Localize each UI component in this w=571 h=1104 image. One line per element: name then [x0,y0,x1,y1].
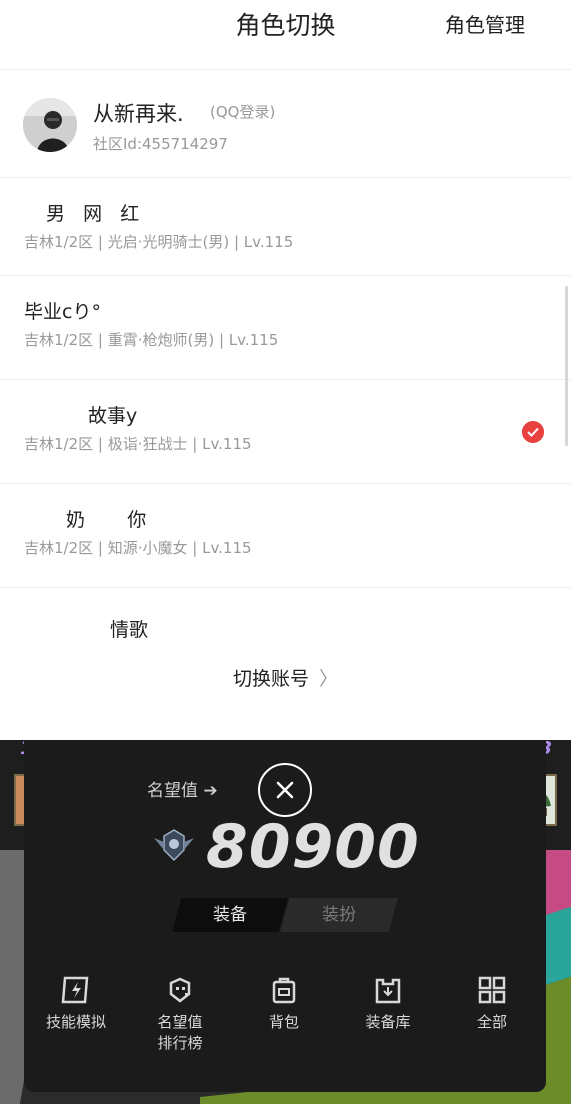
equipment-storage-button[interactable]: 装备库 [336,976,440,1033]
tool-bar: 技能模拟 名望值 排行榜 背包 装备库 全部 [24,976,546,1076]
switch-account-label: 切换账号 [232,668,309,690]
fame-rank-button[interactable]: 名望值 排行榜 [128,976,232,1054]
backpack-icon [272,977,296,1004]
fame-label[interactable]: 名望值 ➔ [147,776,218,801]
role-switch-sheet: 角色切换 角色管理 从新再来. (QQ登录) 社区Id:455714297 男 … [0,0,571,740]
fame-value: 80900 [206,812,420,882]
role-info: 吉林1/2区 | 极诣·狂战士 | Lv.115 [24,435,252,453]
backpack-button[interactable]: 背包 [232,976,336,1033]
equipment-storage-icon [375,978,401,1004]
tab-costume[interactable]: 装扮 [280,898,398,932]
tool-label: 技能模拟 [45,1013,106,1031]
account-name: 从新再来. [93,102,184,126]
tool-label-line1: 名望值 [157,1013,203,1031]
role-name: 男 网 红 [46,203,140,225]
tool-label: 装备库 [365,1013,411,1031]
rank-emblem-icon [154,829,194,862]
grid-all-icon [478,976,506,1004]
role-item[interactable]: 奶 你 吉林1/2区 | 知源·小魔女 | Lv.115 [0,485,571,588]
account-card: 从新再来. (QQ登录) 社区Id:455714297 [0,71,571,178]
check-icon [522,421,544,443]
role-item-selected[interactable]: 故事y 吉林1/2区 | 极诣·狂战士 | Lv.115 [0,381,571,484]
game-background: 13 鞋 宠物 石 13 称号 名望值 ➔ [0,740,571,1104]
close-button[interactable] [258,763,312,817]
role-info: 吉林1/2区 | 知源·小魔女 | Lv.115 [24,539,252,557]
role-info: 吉林1/2区 | 重霄·枪炮师(男) | Lv.115 [24,331,279,349]
role-info: 吉林1/2区 | 光启·光明骑士(男) | Lv.115 [24,233,294,251]
skill-sim-icon [61,976,89,1004]
tool-label: 名望值 排行榜 [128,1012,232,1054]
community-id: 社区Id:455714297 [93,135,228,153]
tool-label: 全部 [476,1013,507,1031]
role-item[interactable]: 情歌 [0,589,571,649]
role-item[interactable]: 毕业cり° 吉林1/2区 | 重霄·枪炮师(男) | Lv.115 [0,277,571,380]
fame-rank-icon [169,977,191,1003]
tab-equipment[interactable]: 装备 [172,898,288,932]
login-type: (QQ登录) [210,103,276,121]
all-button[interactable]: 全部 [440,976,544,1033]
avatar-photo-icon [23,98,77,152]
close-icon [276,781,294,799]
page-title-text: 角色切换 [235,11,336,40]
chevron-right-icon: 〉 [319,668,339,690]
role-name: 情歌 [110,619,149,641]
tool-label-line2: 排行榜 [157,1034,203,1052]
role-name: 故事y [88,405,138,427]
sheet-header: 角色切换 角色管理 [0,0,571,70]
role-item[interactable]: 男 网 红 吉林1/2区 | 光启·光明骑士(男) | Lv.115 [0,179,571,276]
role-name: 毕业cり° [24,301,101,323]
skill-sim-button[interactable]: 技能模拟 [24,976,128,1033]
scrollbar[interactable] [565,286,568,446]
tool-label: 背包 [268,1013,299,1031]
equip-tabs: 装备 装扮 [172,898,398,932]
avatar [23,98,77,152]
role-name: 奶 你 [66,509,147,531]
switch-account-button[interactable]: 切换账号 〉 [0,664,571,691]
role-manage-button[interactable]: 角色管理 [445,9,525,38]
